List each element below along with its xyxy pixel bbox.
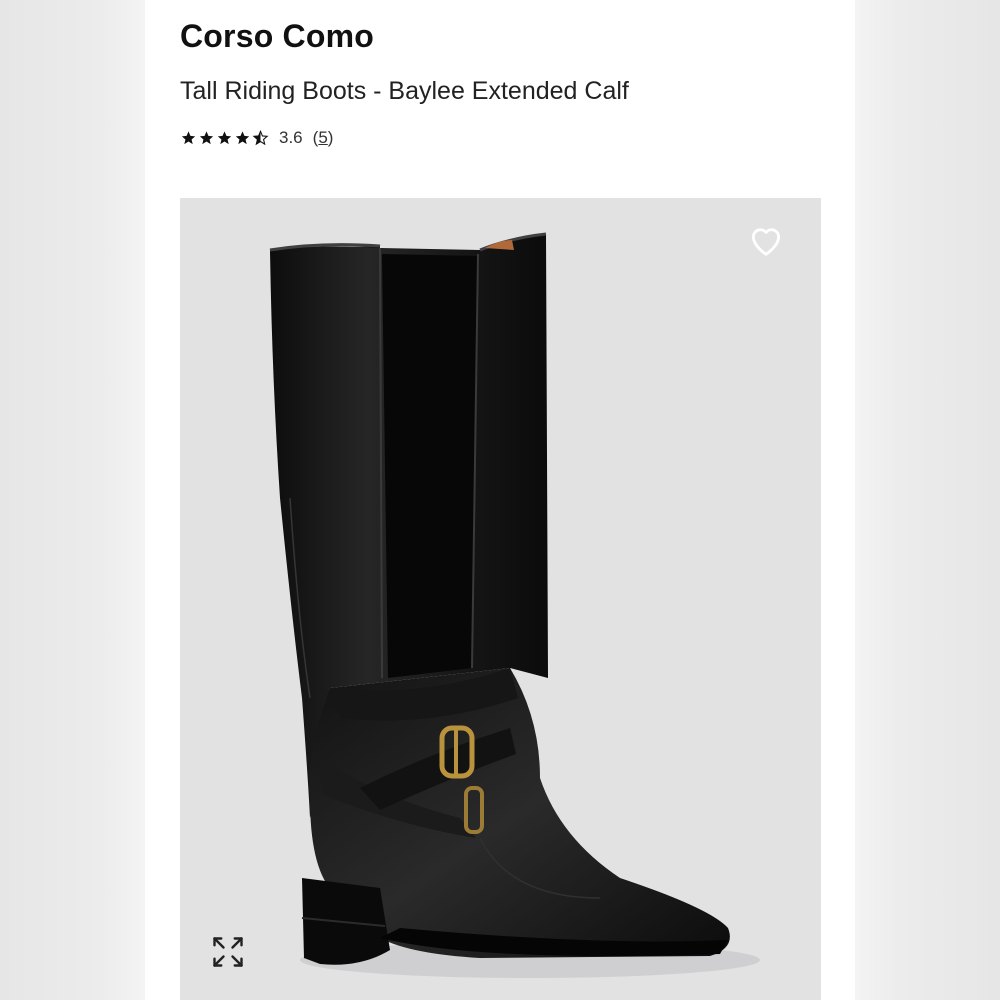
rating-row[interactable]: 3.6 (5) <box>180 128 333 148</box>
right-backdrop <box>855 0 1000 1000</box>
review-count[interactable]: (5) <box>313 128 334 148</box>
product-title: Tall Riding Boots - Baylee Extended Calf <box>180 77 629 105</box>
boot-image <box>269 232 760 978</box>
brand-name[interactable]: Corso Como <box>180 18 374 55</box>
expand-image-button[interactable] <box>210 934 246 970</box>
heart-icon <box>751 228 781 256</box>
rating-value: 3.6 <box>279 128 303 147</box>
star-icon <box>217 131 232 145</box>
star-icon <box>181 131 196 145</box>
review-count-number[interactable]: 5 <box>318 128 327 147</box>
star-icon <box>199 131 214 145</box>
left-backdrop <box>0 0 145 1000</box>
rating-stars <box>180 130 269 146</box>
product-card: Corso Como Tall Riding Boots - Baylee Ex… <box>145 0 855 1000</box>
star-half-icon <box>252 130 269 146</box>
star-icon <box>235 131 250 145</box>
expand-icon <box>213 937 243 967</box>
product-image[interactable] <box>180 198 821 1000</box>
favorite-button[interactable] <box>747 222 785 258</box>
